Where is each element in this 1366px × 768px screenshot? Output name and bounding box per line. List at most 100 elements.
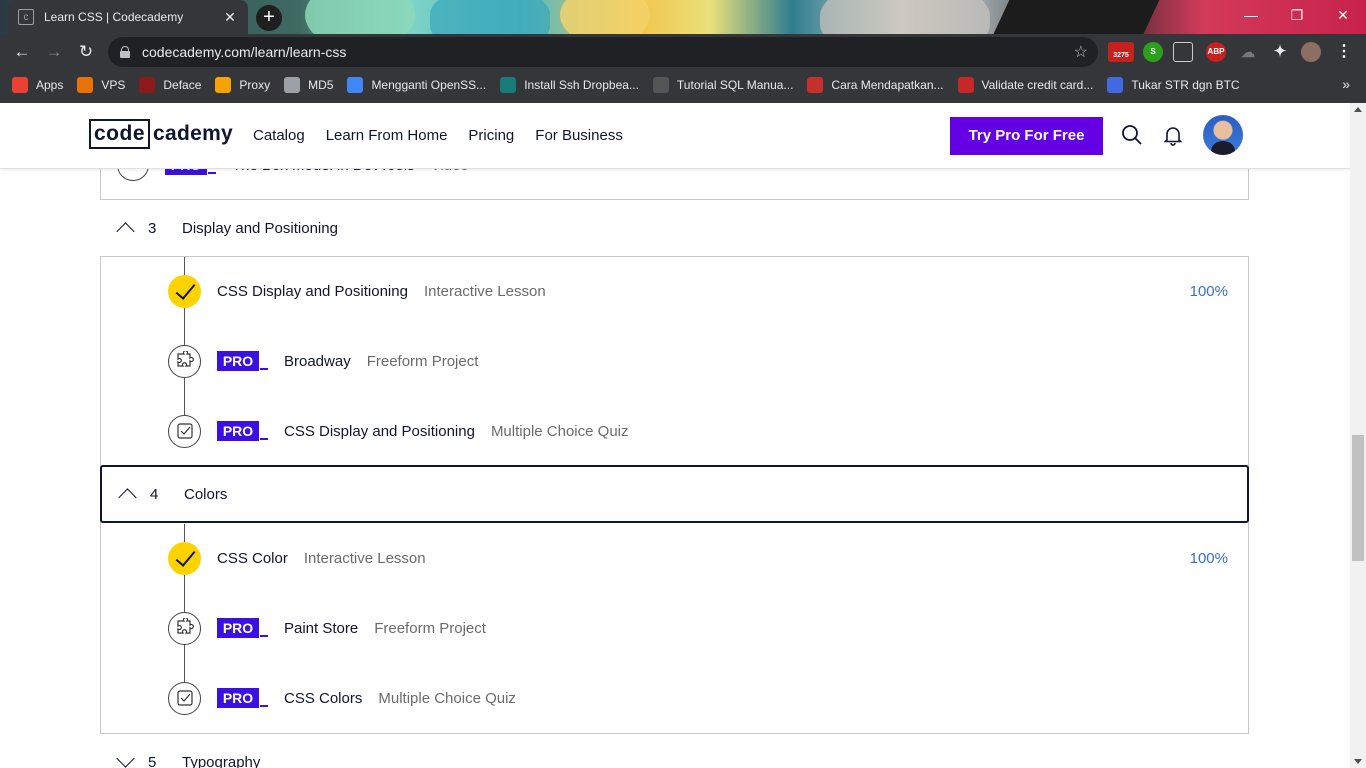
bookmark-favicon-icon bbox=[652, 77, 669, 93]
lesson-item[interactable]: CSS Color Interactive Lesson 100% bbox=[168, 541, 1228, 575]
pro-badge: PRO bbox=[217, 618, 268, 638]
puzzle-icon bbox=[168, 344, 201, 378]
chapter-name: Typography bbox=[182, 753, 261, 768]
bookmark-label: Cara Mendapatkan... bbox=[831, 78, 944, 92]
forward-arrow-icon[interactable]: → bbox=[41, 40, 67, 64]
browser-menu-icon[interactable]: ⋮ bbox=[1334, 42, 1354, 62]
check-mark bbox=[175, 278, 195, 300]
item-type: Interactive Lesson bbox=[303, 549, 426, 567]
bookmark-item[interactable]: Deface bbox=[139, 77, 201, 93]
nav-catalog[interactable]: Catalog bbox=[253, 127, 305, 144]
logo-boxed-text: code bbox=[89, 119, 151, 149]
bookmark-favicon-icon bbox=[12, 77, 28, 93]
address-bar[interactable]: codecademy.com/learn/learn-css ☆ bbox=[108, 37, 1098, 67]
profile-avatar-icon[interactable] bbox=[1301, 42, 1321, 62]
scroll-up-arrow-icon[interactable] bbox=[1354, 107, 1362, 112]
pro-badge-underline bbox=[260, 368, 268, 370]
pro-badge-underline bbox=[260, 705, 268, 707]
item-title: Broadway bbox=[284, 352, 351, 370]
page-scrollbar[interactable] bbox=[1350, 103, 1366, 768]
item-title: CSS Colors bbox=[284, 689, 363, 707]
check-mark bbox=[175, 545, 195, 567]
search-icon[interactable] bbox=[1120, 123, 1144, 147]
try-pro-button[interactable]: Try Pro For Free bbox=[950, 117, 1103, 155]
bell-icon[interactable] bbox=[1161, 123, 1185, 147]
new-tab-button[interactable]: + bbox=[256, 5, 282, 31]
bookmark-favicon-icon bbox=[500, 77, 517, 93]
browser-tab-active[interactable]: c Learn CSS | Codecademy ✕ bbox=[8, 0, 248, 34]
bookmark-label: Apps bbox=[36, 78, 64, 92]
gmail-extension-icon[interactable]: 3275 bbox=[1108, 42, 1134, 62]
scroll-down-arrow-icon[interactable] bbox=[1354, 759, 1362, 764]
puzzle-icon bbox=[168, 611, 201, 645]
bookmark-item[interactable]: Cara Mendapatkan... bbox=[807, 77, 944, 93]
nav-pricing[interactable]: Pricing bbox=[468, 127, 514, 144]
bookmark-item[interactable]: Tukar STR dgn BTC bbox=[1107, 77, 1240, 93]
chapter-header-4[interactable]: 4 Colors bbox=[100, 465, 1249, 523]
bookmark-favicon-icon bbox=[139, 77, 156, 93]
bookmark-label: Mengganti OpenSS... bbox=[371, 78, 487, 92]
bookmark-item[interactable]: VPS bbox=[77, 77, 125, 93]
adblock-extension-icon[interactable]: ABP bbox=[1206, 42, 1226, 62]
project-item[interactable]: PRO Paint Store Freeform Project bbox=[168, 611, 1228, 645]
more-bookmarks-icon[interactable]: » bbox=[1342, 76, 1350, 92]
pro-badge: PRO bbox=[217, 688, 268, 708]
cloud-extension-icon[interactable]: ☁ bbox=[1238, 42, 1258, 62]
item-title: CSS Display and Positioning bbox=[217, 282, 408, 300]
bookmark-label: Proxy bbox=[239, 78, 271, 92]
wallpaper-art bbox=[820, 0, 990, 34]
bookmark-item[interactable]: Validate credit card... bbox=[957, 77, 1094, 93]
reload-icon[interactable]: ↻ bbox=[73, 40, 99, 64]
bookmark-label: Tutorial SQL Manua... bbox=[676, 78, 794, 92]
chapter-header-5[interactable]: 5 Typography bbox=[100, 733, 1249, 768]
minimize-button[interactable]: — bbox=[1228, 0, 1274, 30]
pro-badge-label: PRO bbox=[217, 421, 259, 441]
item-type: Multiple Choice Quiz bbox=[378, 689, 516, 707]
chapter-number: 5 bbox=[148, 753, 157, 768]
scrollbar-thumb[interactable] bbox=[1352, 435, 1364, 561]
project-item[interactable]: PRO Broadway Freeform Project bbox=[168, 344, 1228, 378]
bookmark-label: VPS bbox=[101, 78, 126, 92]
lesson-item[interactable]: CSS Display and Positioning Interactive … bbox=[168, 274, 1228, 308]
item-type: Freeform Project bbox=[374, 619, 486, 637]
bookmark-favicon-icon bbox=[807, 77, 824, 93]
bookmark-item[interactable]: Tutorial SQL Manua... bbox=[652, 77, 794, 93]
nav-for-business[interactable]: For Business bbox=[535, 127, 623, 144]
s-extension-icon[interactable]: S bbox=[1143, 42, 1163, 62]
bookmark-label: Tukar STR dgn BTC bbox=[1131, 78, 1240, 92]
wallpaper-art bbox=[986, 0, 1164, 34]
bookmark-label: Validate credit card... bbox=[981, 78, 1094, 92]
restore-button[interactable]: ❐ bbox=[1274, 0, 1320, 30]
bookmark-item[interactable]: MD5 bbox=[284, 77, 333, 93]
page-viewport: PRO The Box Model in DevTools Video 3 Di… bbox=[0, 103, 1350, 768]
quiz-item[interactable]: PRO CSS Colors Multiple Choice Quiz bbox=[168, 681, 1228, 715]
url-text[interactable]: codecademy.com/learn/learn-css bbox=[142, 44, 1074, 60]
codecademy-logo[interactable]: code cademy bbox=[89, 119, 233, 149]
site-header: code cademy Catalog Learn From Home Pric… bbox=[0, 103, 1350, 169]
pro-badge: PRO bbox=[217, 421, 268, 441]
bookmark-favicon-icon bbox=[284, 77, 301, 93]
reader-extension-icon[interactable] bbox=[1173, 42, 1193, 62]
bookmark-favicon-icon bbox=[347, 77, 364, 93]
user-avatar[interactable] bbox=[1203, 115, 1243, 155]
progress-percent: 100% bbox=[1189, 282, 1228, 300]
pro-badge-underline bbox=[260, 438, 268, 440]
extensions-puzzle-icon[interactable]: ✦ bbox=[1270, 42, 1290, 62]
item-type: Multiple Choice Quiz bbox=[490, 422, 629, 440]
close-tab-icon[interactable]: ✕ bbox=[222, 9, 238, 26]
nav-learn-from-home[interactable]: Learn From Home bbox=[326, 127, 448, 144]
bookmark-item[interactable]: Install Ssh Dropbea... bbox=[500, 77, 639, 93]
pro-badge-label: PRO bbox=[217, 618, 259, 638]
tab-title: Learn CSS | Codecademy bbox=[44, 10, 184, 24]
pro-badge-underline bbox=[260, 635, 268, 637]
bookmark-item[interactable]: Mengganti OpenSS... bbox=[347, 77, 486, 93]
chapter-header-3[interactable]: 3 Display and Positioning bbox=[100, 199, 1249, 257]
lock-icon[interactable] bbox=[120, 46, 130, 58]
quiz-item[interactable]: PRO CSS Display and Positioning Multiple… bbox=[168, 414, 1228, 448]
close-window-button[interactable]: ✕ bbox=[1320, 0, 1366, 30]
bookmark-star-icon[interactable]: ☆ bbox=[1074, 42, 1088, 62]
bookmark-item[interactable]: Apps bbox=[12, 77, 63, 93]
back-arrow-icon[interactable]: ← bbox=[9, 40, 35, 64]
gmail-badge-count: 3275 bbox=[1113, 52, 1129, 59]
bookmark-item[interactable]: Proxy bbox=[215, 77, 270, 93]
